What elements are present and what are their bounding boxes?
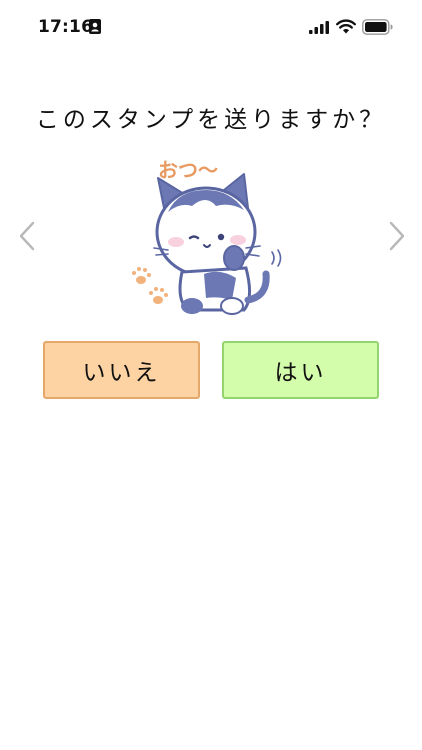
status-bar: 17:16 xyxy=(0,0,422,56)
sticker-caption: おつ～ xyxy=(158,158,218,182)
paw-print-icon xyxy=(132,267,168,304)
cat-icon xyxy=(153,173,282,315)
wifi-icon xyxy=(336,19,356,34)
no-button[interactable]: いいえ xyxy=(43,341,200,399)
id-card-icon xyxy=(89,19,101,34)
chevron-right-icon[interactable] xyxy=(386,220,408,252)
confirm-question: このスタンプを送りますか？ xyxy=(35,107,387,133)
chevron-left-icon[interactable] xyxy=(16,220,38,252)
cellular-signal-icon xyxy=(309,21,329,34)
yes-button[interactable]: はい xyxy=(222,341,379,399)
battery-icon xyxy=(362,19,393,35)
status-time: 17:16 xyxy=(38,17,94,37)
sticker-preview: おつ～ xyxy=(132,158,282,315)
